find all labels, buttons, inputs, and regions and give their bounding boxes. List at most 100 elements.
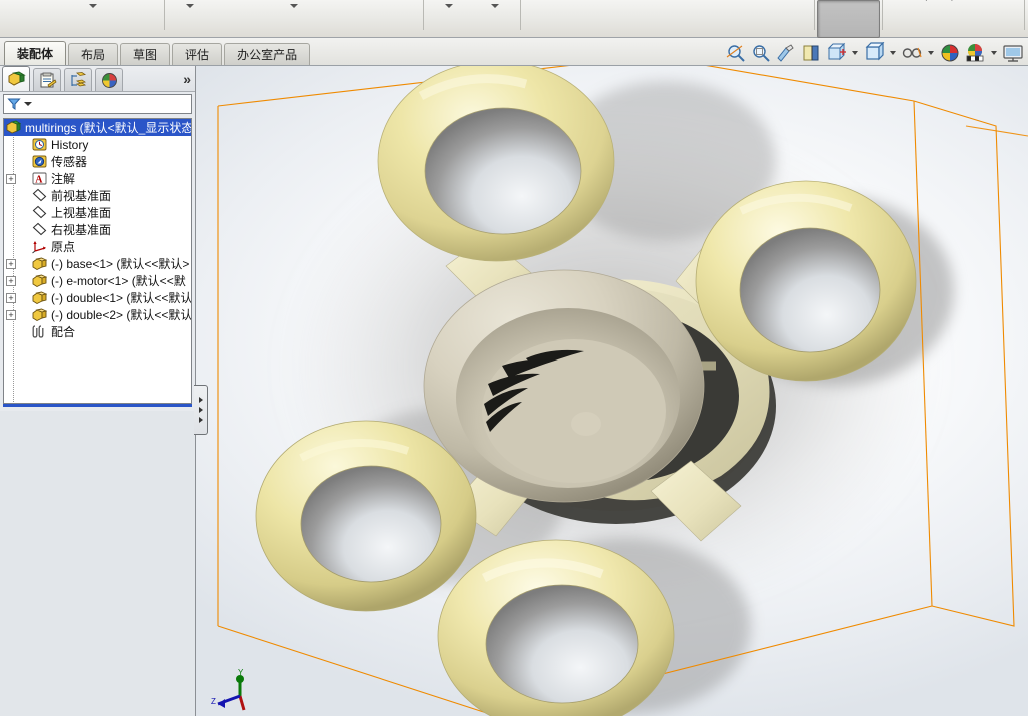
ribbon-button-edit-component[interactable]: 编辑零部件 bbox=[0, 0, 70, 38]
ribbon-button-bill-of-materials[interactable]: 材料明细表 bbox=[604, 0, 674, 38]
ribbon-button-reference-geometry[interactable]: 何体 bbox=[472, 0, 518, 38]
configuration-manager-tab[interactable] bbox=[64, 68, 92, 91]
tab-office-products[interactable]: 办公室产品 bbox=[224, 43, 311, 65]
ribbon-button-move-component[interactable]: 部件 bbox=[271, 0, 317, 38]
viewport-icon[interactable] bbox=[1002, 42, 1024, 64]
hide-show-items-icon[interactable] bbox=[863, 42, 885, 64]
zoom-to-fit-icon[interactable] bbox=[725, 42, 747, 64]
tab-layout[interactable]: 布局 bbox=[68, 43, 119, 65]
display-style-icon[interactable] bbox=[825, 42, 847, 64]
ribbon-button-label: 编辑零部件 bbox=[6, 0, 64, 2]
filter-icon bbox=[7, 98, 21, 110]
feature-manager-panel: » multirings (默认<默认_显示状态 History 传感器 + A 注解 前视… bbox=[0, 66, 196, 716]
tree-node-label: (-) double<2> (默认<<默认 bbox=[51, 308, 192, 322]
display-manager-tab[interactable] bbox=[95, 68, 123, 91]
tree-node[interactable]: 传感器 bbox=[4, 153, 191, 170]
tree-node-label: 右视基准面 bbox=[51, 223, 112, 237]
splitter-arrow-icon bbox=[198, 407, 203, 413]
apply-scene-caret-icon[interactable] bbox=[991, 51, 997, 55]
section-view-icon[interactable] bbox=[775, 42, 797, 64]
ribbon-button-instant3d[interactable]: Instant3D bbox=[817, 0, 881, 38]
panel-splitter-handle[interactable] bbox=[194, 385, 208, 435]
ribbon-button-label: 特征 bbox=[437, 0, 460, 2]
tree-node-label: History bbox=[51, 137, 89, 152]
view-orientation-icon[interactable] bbox=[800, 42, 822, 64]
chevron-down-icon[interactable] bbox=[490, 4, 499, 8]
ribbon-button-exploded-view[interactable]: 爆炸视图 bbox=[673, 0, 731, 38]
propeller-ring-bottom-left bbox=[255, 420, 477, 612]
chevron-down-icon[interactable] bbox=[444, 4, 453, 8]
ribbon-button-update-speedpak[interactable]: 更新 Speedpak bbox=[885, 0, 975, 38]
tree-node[interactable]: 右视基准面 bbox=[4, 221, 191, 238]
display-style-caret-icon[interactable] bbox=[852, 51, 858, 55]
ribbon-button-label: 新建运动算例 bbox=[529, 0, 598, 2]
ribbon-separator bbox=[1023, 0, 1025, 30]
ribbon-button-assembly-features[interactable]: 特征 bbox=[426, 0, 472, 38]
ribbon-button-new-motion-study[interactable]: 新建运动算例 bbox=[523, 0, 604, 38]
tree-node[interactable]: + (-) base<1> (默认<<默认> bbox=[4, 255, 191, 272]
ribbon-button-insert-component[interactable]: 部件 bbox=[70, 0, 116, 38]
part-icon bbox=[32, 291, 47, 305]
tree-node[interactable]: 配合 bbox=[4, 323, 191, 340]
propeller-ring-top-left bbox=[377, 66, 615, 262]
ribbon-separator bbox=[519, 0, 521, 30]
tab-sketch[interactable]: 草图 bbox=[120, 43, 171, 65]
zoom-to-area-icon[interactable] bbox=[750, 42, 772, 64]
plane-icon bbox=[32, 188, 47, 202]
ribbon-button-label: 配合 bbox=[127, 0, 150, 2]
expand-node-icon[interactable]: + bbox=[6, 275, 16, 286]
apply-scene-icon[interactable] bbox=[964, 42, 986, 64]
history-icon bbox=[32, 138, 47, 151]
tree-node[interactable]: + (-) double<2> (默认<<默认 bbox=[4, 306, 191, 323]
ribbon-button-linear-pattern[interactable]: 部件... bbox=[167, 0, 213, 38]
tab-assembly[interactable]: 装配体 bbox=[4, 41, 67, 65]
feature-manager-tab[interactable] bbox=[2, 66, 30, 91]
graphics-viewport[interactable]: Y Z bbox=[196, 66, 1028, 716]
coordinate-triad: Y Z bbox=[211, 668, 246, 711]
sensors-icon bbox=[32, 155, 47, 168]
tree-node[interactable]: + (-) double<1> (默认<<默认 bbox=[4, 289, 191, 306]
tree-node[interactable]: + A 注解 bbox=[4, 170, 191, 187]
filter-dropdown-icon[interactable] bbox=[24, 102, 32, 106]
origin-icon bbox=[32, 241, 46, 254]
splitter-arrow-icon bbox=[198, 417, 203, 423]
expand-node-icon[interactable]: + bbox=[6, 258, 16, 269]
feature-manager-more-icon[interactable]: » bbox=[183, 71, 191, 87]
triad-z-label: Z bbox=[211, 697, 216, 706]
ribbon-button-smart-fastener[interactable]: 智能扣件 bbox=[213, 0, 271, 38]
glasses-icon[interactable] bbox=[901, 42, 923, 64]
tree-node[interactable]: 原点 bbox=[4, 238, 191, 255]
ribbon-button-label: 材料明细表 bbox=[610, 0, 668, 2]
splitter-arrow-icon bbox=[198, 397, 203, 403]
expand-node-icon[interactable]: + bbox=[6, 309, 16, 320]
heads-up-view-toolbar bbox=[725, 40, 1024, 66]
chevron-down-icon[interactable] bbox=[88, 4, 97, 8]
tree-node[interactable]: 前视基准面 bbox=[4, 187, 191, 204]
glasses-caret-icon[interactable] bbox=[928, 51, 934, 55]
hide-show-caret-icon[interactable] bbox=[890, 51, 896, 55]
expand-node-icon[interactable]: + bbox=[6, 292, 16, 303]
design-tree[interactable]: multirings (默认<默认_显示状态 History 传感器 + A 注解 前视基准… bbox=[3, 118, 192, 404]
command-ribbon: 编辑零部件 部件 配合 部件... 智能扣件 部件 显示隐藏的零部件 特征 何体 新建运动算例 材料… bbox=[0, 0, 1028, 38]
ribbon-button-mate[interactable]: 配合 bbox=[116, 0, 162, 38]
ribbon-separator bbox=[163, 0, 165, 30]
edit-appearance-icon[interactable] bbox=[939, 42, 961, 64]
tree-node[interactable]: + (-) e-motor<1> (默认<<默 bbox=[4, 272, 191, 289]
feature-manager-tab-bar: » bbox=[0, 66, 195, 92]
tree-node-selected[interactable]: multirings (默认<默认_显示状态 bbox=[4, 119, 191, 136]
ribbon-button-explode-line-sketch[interactable]: 爆炸直线草图 bbox=[731, 0, 812, 38]
property-manager-tab[interactable] bbox=[33, 68, 61, 91]
ribbon-button-label: 部件... bbox=[173, 0, 206, 2]
chevron-down-icon[interactable] bbox=[289, 4, 298, 8]
ribbon-button-take-snapshot[interactable]: 拍快照 bbox=[975, 0, 1022, 38]
tree-node-label: 上视基准面 bbox=[51, 206, 112, 220]
tree-node[interactable]: History bbox=[4, 136, 191, 153]
ribbon-button-show-hidden-components[interactable]: 显示隐藏的零部件 bbox=[317, 0, 421, 38]
chevron-down-icon[interactable] bbox=[185, 4, 194, 8]
ribbon-button-label: 拍快照 bbox=[981, 0, 1016, 2]
tab-evaluate[interactable]: 评估 bbox=[172, 43, 223, 65]
ribbon-button-label: 部件 bbox=[81, 0, 104, 2]
expand-node-icon[interactable]: + bbox=[6, 173, 16, 184]
tree-filter-row[interactable] bbox=[3, 94, 192, 114]
tree-node[interactable]: 上视基准面 bbox=[4, 204, 191, 221]
